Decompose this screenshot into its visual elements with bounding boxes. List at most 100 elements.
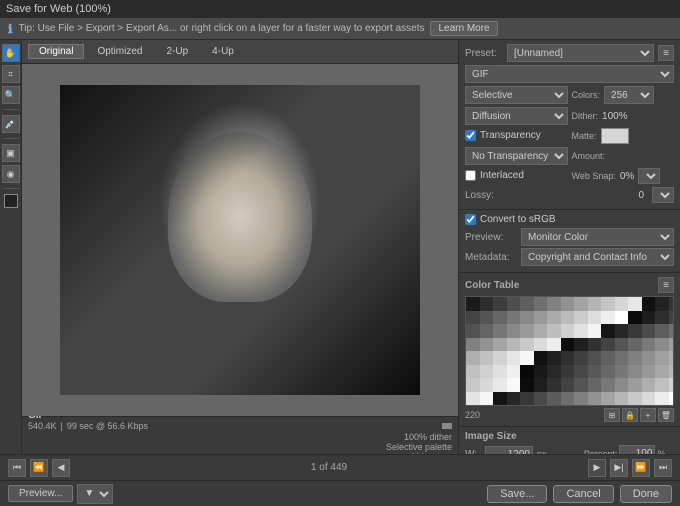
color-cell[interactable]	[601, 378, 615, 392]
prev-button[interactable]: ⏪	[30, 459, 48, 477]
color-cell[interactable]	[561, 338, 575, 352]
color-cell[interactable]	[561, 297, 575, 311]
color-cell[interactable]	[615, 351, 629, 365]
color-cell[interactable]	[601, 351, 615, 365]
color-cell[interactable]	[655, 297, 669, 311]
color-cell[interactable]	[588, 378, 602, 392]
prev-frame-button[interactable]: ◀	[52, 459, 70, 477]
color-cell[interactable]	[466, 338, 480, 352]
color-cell[interactable]	[547, 365, 561, 379]
color-cell[interactable]	[480, 297, 494, 311]
color-cell[interactable]	[466, 297, 480, 311]
color-cell[interactable]	[466, 365, 480, 379]
color-cell[interactable]	[480, 311, 494, 325]
color-cell[interactable]	[534, 324, 548, 338]
color-cell[interactable]	[480, 338, 494, 352]
browser-select[interactable]: ▼	[77, 484, 113, 504]
color-cell[interactable]	[574, 365, 588, 379]
color-cell[interactable]	[628, 324, 642, 338]
color-cell[interactable]	[588, 365, 602, 379]
last-frame-button[interactable]: ⏭	[654, 459, 672, 477]
color-cell[interactable]	[466, 311, 480, 325]
color-cell[interactable]	[642, 351, 656, 365]
color-cell[interactable]	[588, 311, 602, 325]
color-cell[interactable]	[547, 378, 561, 392]
color-cell[interactable]	[520, 365, 534, 379]
color-cell[interactable]	[669, 324, 675, 338]
color-cell[interactable]	[669, 378, 675, 392]
color-cell[interactable]	[628, 338, 642, 352]
hand-tool-button[interactable]: ✋	[2, 44, 20, 62]
lossy-select[interactable]: ▼	[652, 187, 674, 203]
color-cell[interactable]	[480, 365, 494, 379]
ct-lock-button[interactable]: 🔒	[622, 408, 638, 422]
color-cell[interactable]	[655, 311, 669, 325]
constrain-proportions-icon[interactable]: ⛓	[553, 452, 578, 454]
color-cell[interactable]	[466, 392, 480, 406]
color-cell[interactable]	[628, 392, 642, 406]
color-cell[interactable]	[561, 351, 575, 365]
color-cell[interactable]	[480, 392, 494, 406]
ct-map-button[interactable]: ⊞	[604, 408, 620, 422]
interlaced-checkbox[interactable]	[465, 170, 476, 181]
color-cell[interactable]	[574, 311, 588, 325]
color-cell[interactable]	[507, 351, 521, 365]
color-cell[interactable]	[507, 392, 521, 406]
color-cell[interactable]	[588, 324, 602, 338]
color-cell[interactable]	[547, 338, 561, 352]
color-cell[interactable]	[655, 351, 669, 365]
color-cell[interactable]	[520, 338, 534, 352]
color-cell[interactable]	[493, 365, 507, 379]
color-cell[interactable]	[493, 338, 507, 352]
color-cell[interactable]	[642, 392, 656, 406]
color-cell[interactable]	[534, 311, 548, 325]
web-snap-select[interactable]: ▼	[638, 168, 660, 184]
color-cell[interactable]	[669, 365, 675, 379]
color-cell[interactable]	[520, 297, 534, 311]
next-button[interactable]: ⏩	[632, 459, 650, 477]
color-cell[interactable]	[615, 324, 629, 338]
color-cell[interactable]	[493, 311, 507, 325]
color-cell[interactable]	[466, 324, 480, 338]
color-cell[interactable]	[507, 365, 521, 379]
color-cell[interactable]	[507, 378, 521, 392]
color-reduction-select[interactable]: SelectiveAdaptivePerceptualRestrictiveCu…	[465, 86, 568, 104]
color-cell[interactable]	[534, 392, 548, 406]
color-cell[interactable]	[574, 324, 588, 338]
convert-srgb-checkbox[interactable]	[465, 214, 476, 225]
percent-input[interactable]	[619, 445, 655, 454]
color-cell[interactable]	[615, 297, 629, 311]
color-cell[interactable]	[520, 324, 534, 338]
eyedropper-tool-button[interactable]: 💉	[2, 115, 20, 133]
color-cell[interactable]	[655, 392, 669, 406]
color-cell[interactable]	[574, 351, 588, 365]
color-cell[interactable]	[669, 311, 675, 325]
color-cell[interactable]	[520, 351, 534, 365]
color-cell[interactable]	[466, 378, 480, 392]
color-cell[interactable]	[615, 392, 629, 406]
color-cell[interactable]	[642, 378, 656, 392]
width-input[interactable]	[485, 446, 533, 455]
color-table-grid[interactable]	[465, 296, 674, 406]
color-cell[interactable]	[628, 378, 642, 392]
color-cell[interactable]	[574, 392, 588, 406]
color-cell[interactable]	[547, 324, 561, 338]
transparency-dither-select[interactable]: No Transparency DitherDiffusion Transpar…	[465, 147, 568, 165]
color-cell[interactable]	[669, 351, 675, 365]
color-cell[interactable]	[547, 311, 561, 325]
color-cell[interactable]	[655, 365, 669, 379]
color-cell[interactable]	[561, 311, 575, 325]
color-cell[interactable]	[655, 378, 669, 392]
color-cell[interactable]	[669, 392, 675, 406]
first-frame-button[interactable]: ⏮	[8, 459, 26, 477]
color-cell[interactable]	[493, 297, 507, 311]
color-cell[interactable]	[601, 311, 615, 325]
color-cell[interactable]	[507, 324, 521, 338]
color-cell[interactable]	[574, 297, 588, 311]
color-cell[interactable]	[561, 365, 575, 379]
color-cell[interactable]	[642, 324, 656, 338]
color-cell[interactable]	[547, 351, 561, 365]
color-cell[interactable]	[480, 378, 494, 392]
color-cell[interactable]	[534, 297, 548, 311]
color-cell[interactable]	[507, 338, 521, 352]
